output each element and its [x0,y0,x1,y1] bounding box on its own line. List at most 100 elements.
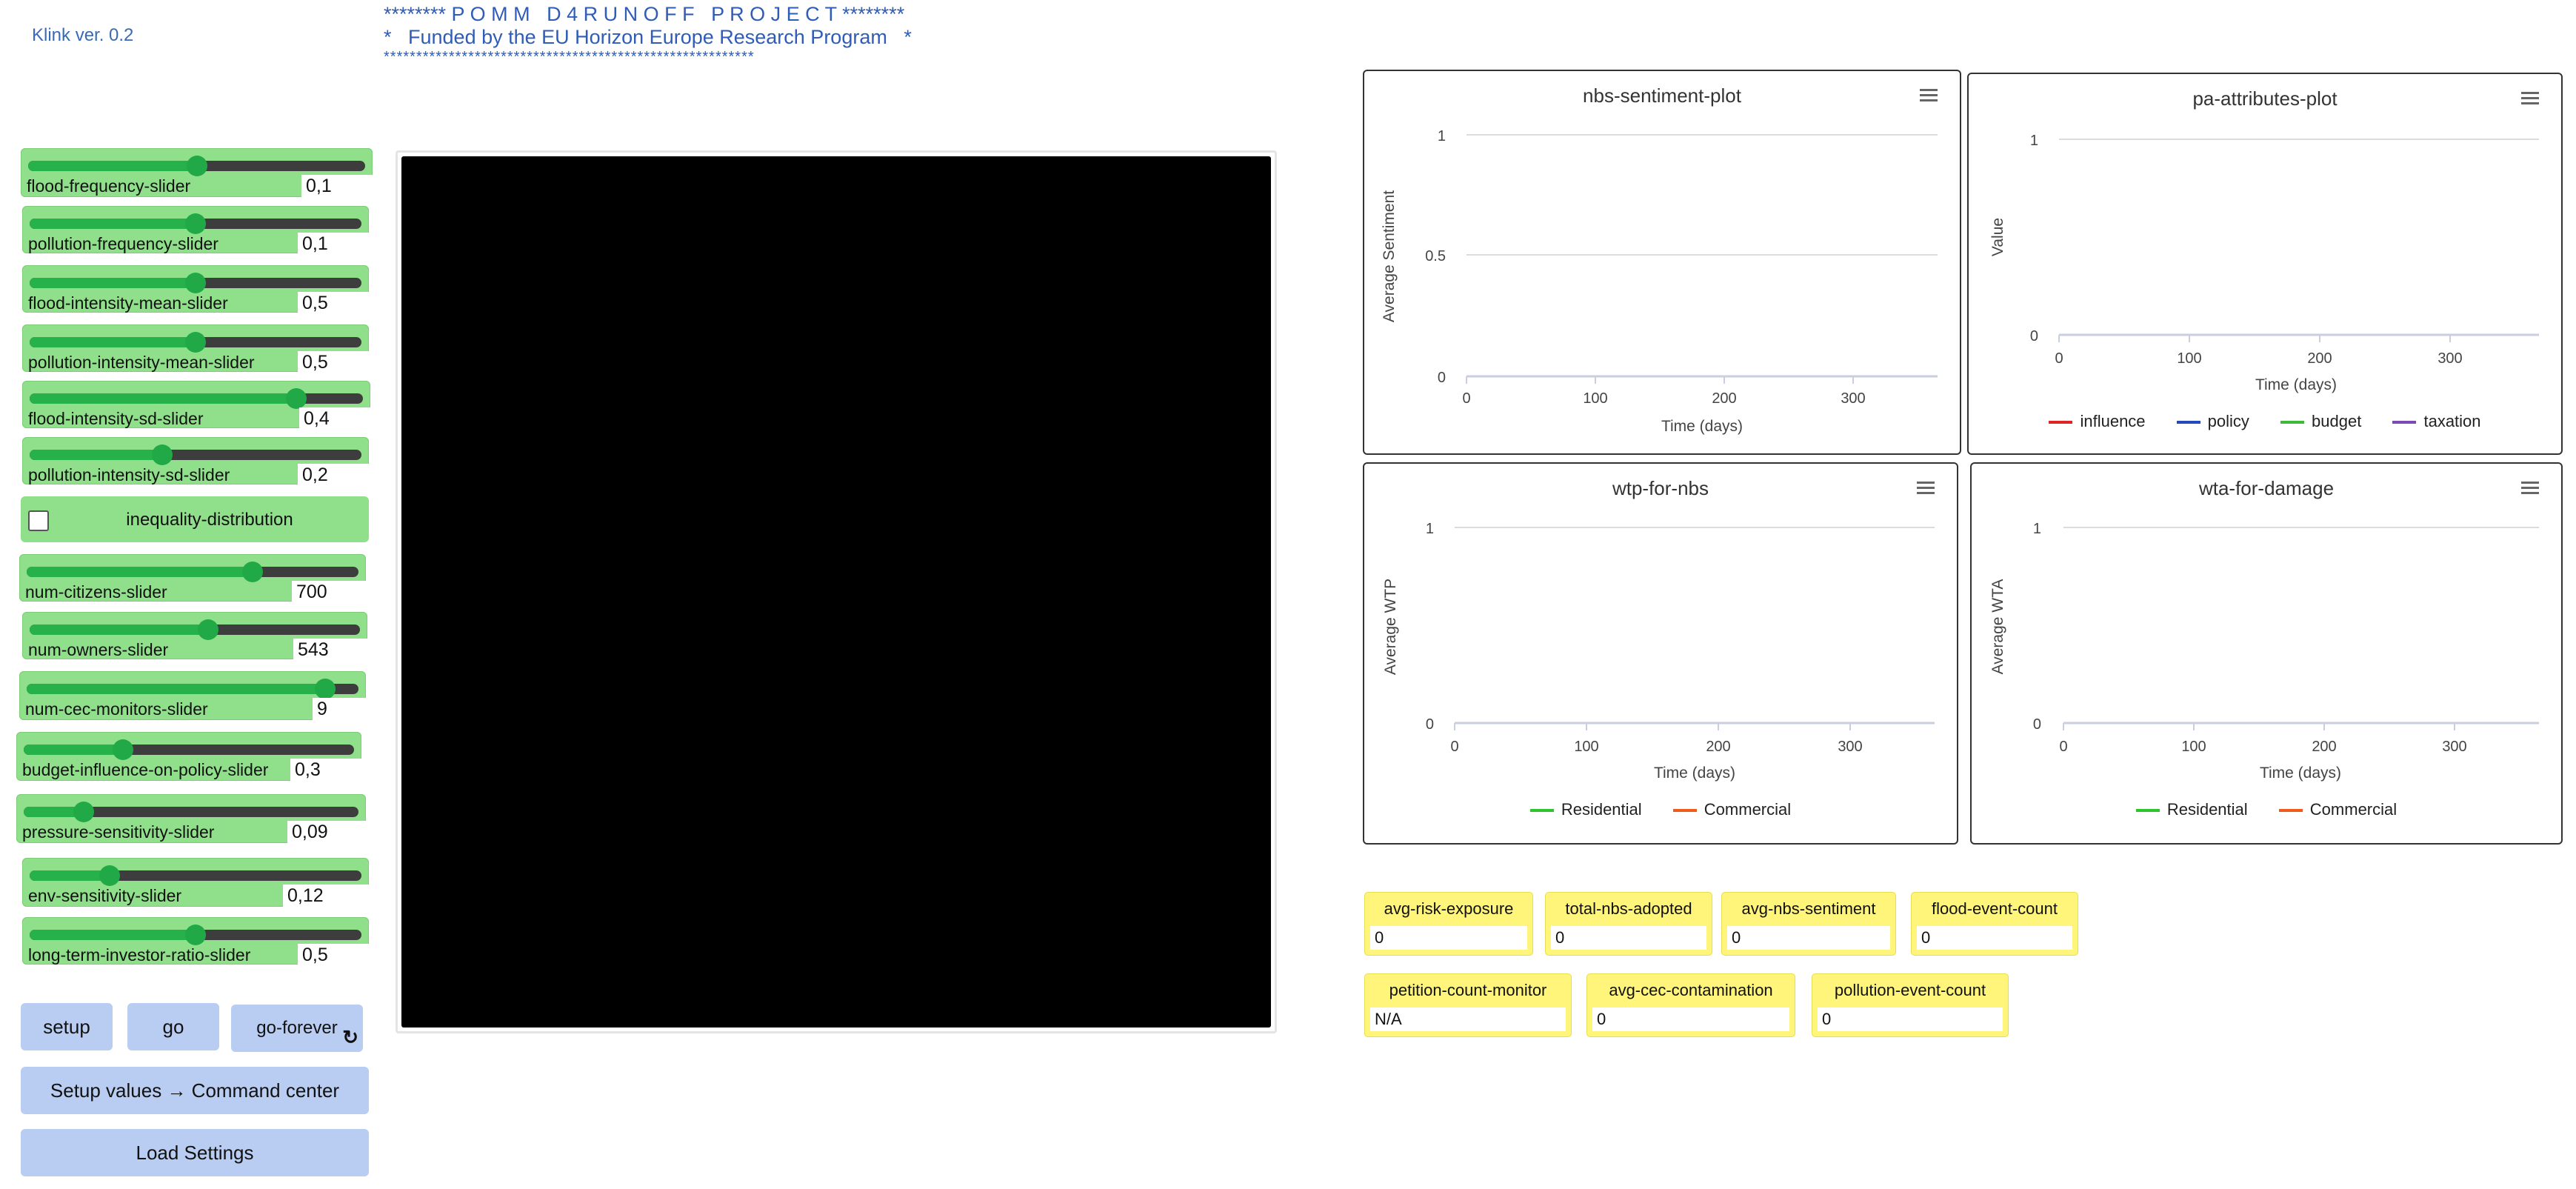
budget-influence-on-policy-slider[interactable]: budget-influence-on-policy-slider 0,3 [16,732,361,781]
setup-values-command-center-button[interactable]: Setup values → Command center [21,1067,369,1114]
wta-for-damage-plot: wta-for-damage 1 0 0 100 200 300 Time (d… [1970,462,2563,845]
pa-attributes-plot: pa-attributes-plot 1 0 0 100 200 300 Tim… [1967,73,2563,455]
flood-frequency-slider[interactable]: flood-frequency-slider 0,1 [21,148,373,197]
app-version: Klink ver. 0.2 [32,25,134,45]
slider-label: env-sensitivity-slider [28,886,182,905]
slider-thumb[interactable] [152,444,173,465]
slider-thumb[interactable] [73,802,95,822]
x-tick-label: 200 [2307,350,2332,367]
slider-label: num-cec-monitors-slider [25,699,208,719]
slider-fill [30,450,163,460]
x-axis-label: Time (days) [1661,418,1743,435]
slider-value: 0,2 [298,464,369,486]
go-forever-label: go-forever [256,1018,338,1038]
env-sensitivity-slider[interactable]: env-sensitivity-slider 0,12 [22,858,369,907]
monitor-value: 0 [1917,926,2072,950]
inequality-distribution-switch[interactable]: inequality-distribution [21,496,369,542]
legend-item-residential[interactable]: Residential [2135,800,2248,819]
y-tick-label: 0 [2030,328,2038,344]
slider-track[interactable] [30,870,361,881]
y-tick-label: 0 [2033,716,2041,733]
flood-event-count-monitor: flood-event-count 0 [1911,892,2078,956]
slider-label: pollution-intensity-mean-slider [28,353,255,372]
avg-cec-contamination-monitor: avg-cec-contamination 0 [1586,973,1795,1037]
pressure-sensitivity-slider[interactable]: pressure-sensitivity-slider 0,09 [16,794,366,843]
slider-thumb[interactable] [286,388,307,409]
num-citizens-slider[interactable]: num-citizens-slider 700 [19,554,366,603]
load-settings-label: Load Settings [136,1141,254,1164]
slider-thumb[interactable] [241,562,263,582]
monitor-value: 0 [1592,1008,1789,1031]
slider-fill [30,870,110,881]
legend-swatch [2176,421,2200,424]
legend-item-policy[interactable]: policy [2176,412,2249,431]
slider-thumb[interactable] [186,156,207,176]
world-canvas[interactable] [401,156,1271,1028]
pollution-intensity-mean-slider[interactable]: pollution-intensity-mean-slider 0,5 [22,324,369,373]
plot-canvas: 1 0 0 100 200 300 Time (days) Average WT… [1382,521,1935,782]
legend-item-budget[interactable]: budget [2280,412,2361,431]
slider-thumb[interactable] [185,273,206,293]
slider-value: 0,4 [299,407,370,430]
legend-item-taxation[interactable]: taxation [2392,412,2481,431]
slider-thumb[interactable] [99,865,120,886]
slider-label: num-citizens-slider [25,582,167,602]
monitor-label: avg-nbs-sentiment [1741,899,1876,918]
legend-item-commercial[interactable]: Commercial [1672,800,1791,819]
slider-fill [30,219,196,229]
slider-thumb[interactable] [185,213,206,234]
slider-label: flood-intensity-sd-slider [28,409,204,428]
num-cec-monitors-slider[interactable]: num-cec-monitors-slider 9 [19,671,366,720]
legend-label: budget [2312,412,2362,430]
slider-thumb[interactable] [185,925,206,945]
slider-fill [30,393,296,404]
slider-thumb[interactable] [185,332,206,353]
slider-track[interactable] [30,450,361,460]
pollution-intensity-sd-slider[interactable]: pollution-intensity-sd-slider 0,2 [22,437,369,486]
slider-value: 0,1 [298,233,369,255]
x-axis-label: Time (days) [2255,376,2337,393]
slider-track[interactable] [24,745,354,755]
project-banner: ******** P O M M D 4 R U N O F F P R O J… [384,3,912,65]
banner-line-3: ****************************************… [384,49,755,65]
slider-value: 0,12 [283,885,369,907]
x-tick-label: 0 [1450,739,1458,755]
slider-label: num-owners-slider [28,640,169,659]
slider-thumb[interactable] [197,619,218,640]
slider-thumb[interactable] [315,679,336,699]
slider-track[interactable] [27,567,358,577]
forever-loop-icon: ↻ [342,1026,358,1048]
num-owners-slider[interactable]: num-owners-slider 543 [22,612,367,661]
pollution-frequency-slider[interactable]: pollution-frequency-slider 0,1 [22,206,369,255]
legend-item-influence[interactable]: influence [2049,412,2146,431]
long-term-investor-ratio-slider[interactable]: long-term-investor-ratio-slider 0,5 [22,917,369,966]
setup-button[interactable]: setup [21,1003,113,1050]
y-tick-label: 1 [1438,128,1446,144]
legend-item-commercial[interactable]: Commercial [2278,800,2397,819]
legend-swatch [2049,421,2073,424]
switch-label: inequality-distribution [126,510,293,530]
go-button[interactable]: go [127,1003,219,1050]
x-axis-label: Time (days) [1654,765,1735,782]
avg-nbs-sentiment-monitor: avg-nbs-sentiment 0 [1721,892,1896,956]
x-tick-label: 100 [2181,739,2206,755]
flood-intensity-mean-slider[interactable]: flood-intensity-mean-slider 0,5 [22,265,369,314]
slider-thumb[interactable] [112,739,133,760]
slider-label: flood-intensity-mean-slider [28,293,228,313]
y-tick-label: 0 [1426,716,1434,733]
plot-canvas: 1 0.5 0 0 100 200 300 Time (days) Averag… [1381,128,1938,435]
slider-track[interactable] [30,625,360,635]
wtp-for-nbs-plot: wtp-for-nbs 1 0 0 100 200 300 Time (days… [1363,462,1958,845]
x-tick-label: 300 [1838,739,1862,755]
world-view[interactable] [396,150,1277,1033]
go-forever-button[interactable]: go-forever ↻ [231,1005,363,1052]
x-tick-label: 200 [1706,739,1730,755]
flood-intensity-sd-slider[interactable]: flood-intensity-sd-slider 0,4 [22,381,370,430]
load-settings-button[interactable]: Load Settings [21,1129,369,1176]
slider-track[interactable] [30,393,363,404]
slider-track[interactable] [27,684,358,694]
monitor-label: flood-event-count [1932,899,2058,918]
monitor-label: total-nbs-adopted [1565,899,1692,918]
legend-item-residential[interactable]: Residential [1529,800,1642,819]
legend-label: influence [2080,412,2146,430]
